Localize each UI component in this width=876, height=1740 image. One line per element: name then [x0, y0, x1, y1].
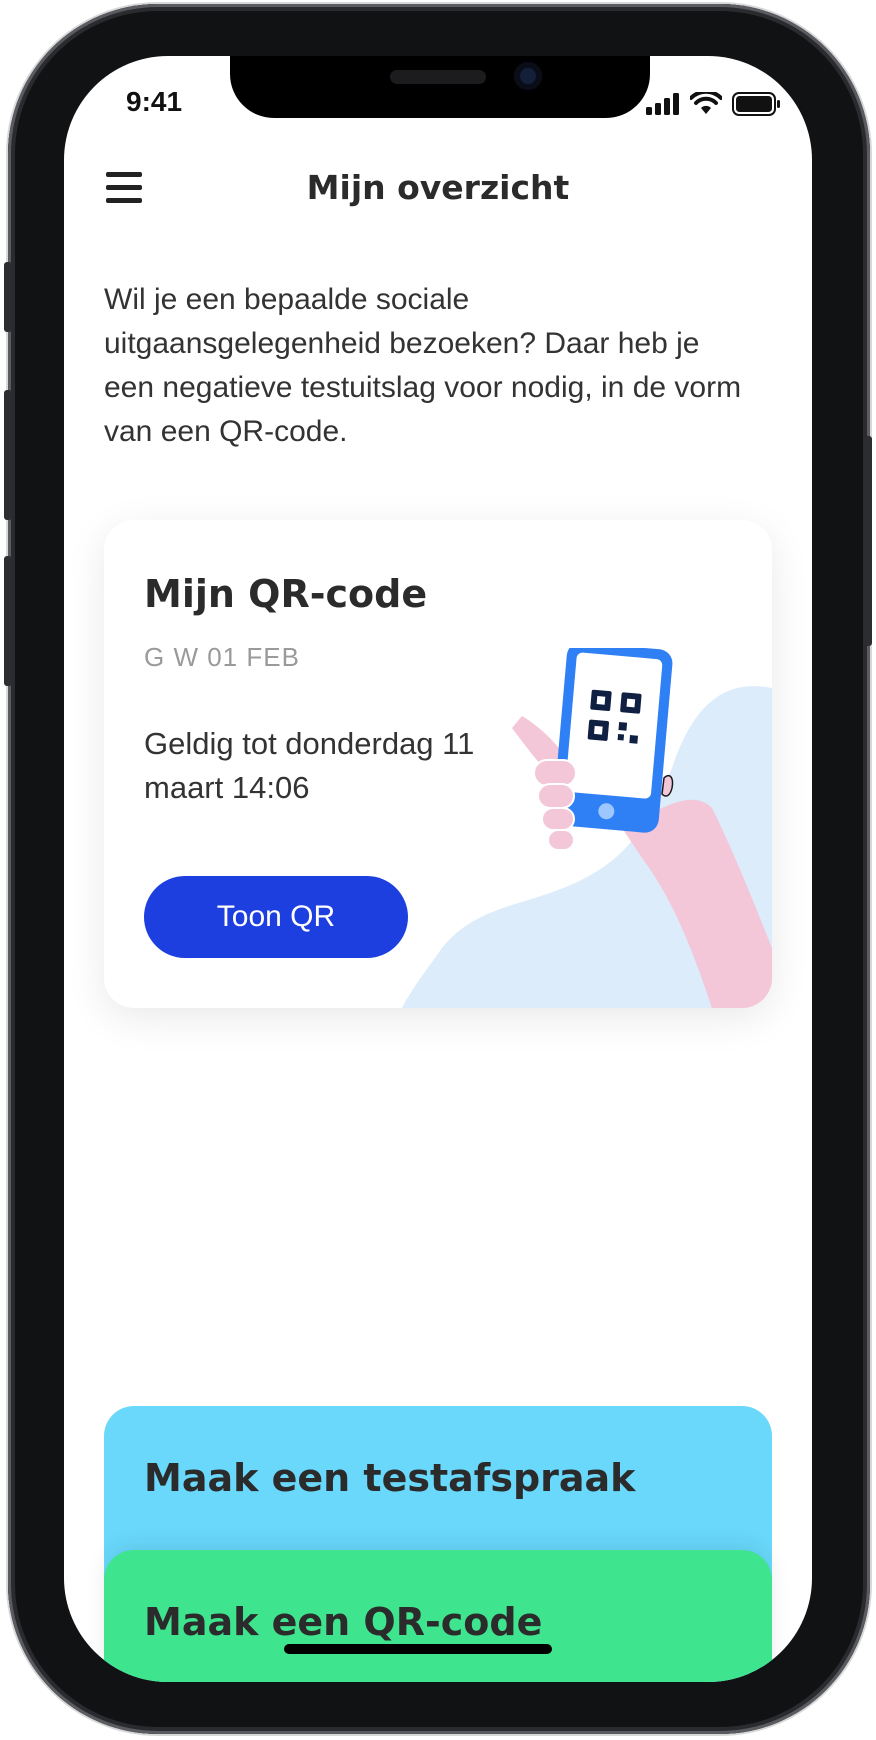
volume-down-button [4, 556, 12, 686]
status-icons [646, 92, 782, 116]
app-screen: 9:41 Mijn overzicht Wil je een bepaalde … [64, 56, 812, 1682]
qr-card-subtitle: G W 01 FEB [144, 642, 300, 672]
volume-up-button [4, 390, 12, 520]
intro-text: Wil je een bepaalde sociale uitgaansgele… [104, 283, 742, 448]
battery-icon [732, 92, 780, 116]
hand-holding-phone-qr-illustration [402, 648, 772, 1008]
show-qr-button[interactable]: Toon QR [144, 876, 408, 958]
notch [230, 56, 650, 118]
qr-card-validity: Geldig tot donderdag 11 maart 14:06 [144, 726, 475, 805]
qr-card-title: Mijn QR-code [144, 572, 428, 616]
create-qr-label: Maak een QR-code [144, 1600, 543, 1644]
qr-code-card: Mijn QR-code G W 01 FEB Geldig tot donde… [104, 520, 772, 1008]
mute-switch [4, 262, 12, 332]
home-indicator[interactable] [284, 1644, 552, 1654]
cellular-signal-icon [646, 93, 679, 115]
wifi-icon [690, 92, 722, 114]
create-qr-card[interactable]: Maak een QR-code [104, 1550, 772, 1682]
front-camera [514, 62, 542, 90]
test-appointment-label: Maak een testafspraak [144, 1456, 636, 1500]
status-time: 9:41 [126, 86, 183, 117]
speaker-grille [390, 70, 486, 84]
device-mockup: 9:41 Mijn overzicht Wil je een bepaalde … [0, 0, 876, 1740]
power-button [864, 436, 872, 646]
page-title: Mijn overzicht [306, 168, 570, 207]
